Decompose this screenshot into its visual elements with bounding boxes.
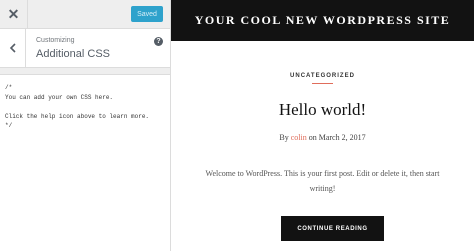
customizer-topbar: ✕ Saved xyxy=(0,0,170,29)
post-date[interactable]: March 2, 2017 xyxy=(319,133,366,142)
back-button[interactable] xyxy=(0,29,26,67)
saved-button[interactable]: Saved xyxy=(131,6,163,22)
customizing-label: Customizing xyxy=(36,37,75,44)
post-author-link[interactable]: colin xyxy=(291,133,307,142)
chevron-left-icon xyxy=(9,43,16,53)
site-title[interactable]: YOUR COOL NEW WORDPRESS SITE xyxy=(195,13,451,28)
section-header: Customizing Additional CSS ? xyxy=(0,29,170,68)
css-editor[interactable]: /* You can add your own CSS here. Click … xyxy=(0,74,170,251)
post-excerpt: Welcome to WordPress. This is your first… xyxy=(205,169,440,193)
continue-reading-button[interactable]: CONTINUE READING xyxy=(281,216,384,241)
close-icon: ✕ xyxy=(7,5,20,22)
meta-on: on xyxy=(308,133,317,142)
site-header: YOUR COOL NEW WORDPRESS SITE xyxy=(171,0,474,41)
help-icon[interactable]: ? xyxy=(154,37,163,46)
close-customizer-button[interactable]: ✕ xyxy=(0,0,28,28)
meta-by: By xyxy=(279,133,289,142)
section-title: Additional CSS xyxy=(36,48,110,60)
post-meta: By colin on March 2, 2017 xyxy=(171,133,474,142)
post-category[interactable]: UNCATEGORIZED xyxy=(171,73,474,79)
site-preview: YOUR COOL NEW WORDPRESS SITE UNCATEGORIZ… xyxy=(171,0,474,251)
css-code[interactable]: /* You can add your own CSS here. Click … xyxy=(5,83,149,131)
post-title[interactable]: Hello world! xyxy=(171,100,474,120)
category-underline xyxy=(312,83,333,84)
customizer-panel: ✕ Saved Customizing Additional CSS ? /* … xyxy=(0,0,171,251)
